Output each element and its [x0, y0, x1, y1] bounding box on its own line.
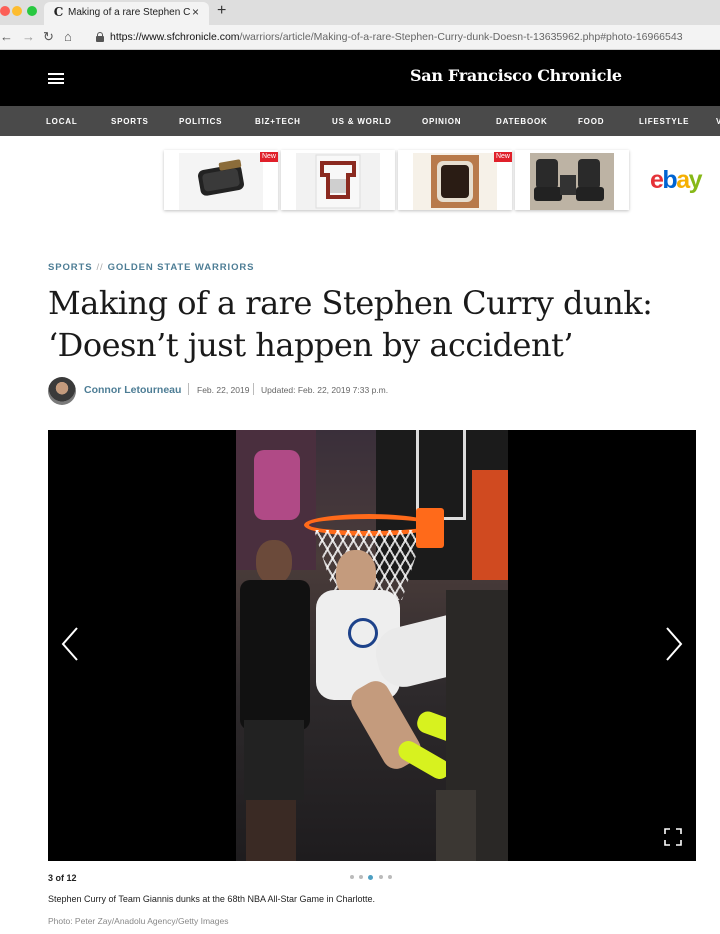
pagination-dot[interactable] — [359, 875, 363, 879]
url-host: https://www.sfchronicle.com — [110, 31, 240, 43]
site-logo[interactable]: San Francisco Chronicle — [410, 66, 622, 85]
photo-caption: Stephen Curry of Team Giannis dunks at t… — [48, 894, 376, 904]
tab-title: Making of a rare Stephen Curry — [68, 7, 190, 18]
browser-tab[interactable]: C Making of a rare Stephen Curry × — [44, 2, 209, 25]
window-zoom-control[interactable] — [27, 6, 37, 16]
home-icon[interactable]: ⌂ — [64, 29, 72, 45]
nav-item-overflow[interactable]: V — [716, 117, 720, 126]
pagination-dot[interactable] — [350, 875, 354, 879]
reload-icon[interactable]: ↻ — [43, 29, 54, 45]
headline-line-1: Making of a rare Stephen Curry dunk: — [48, 284, 653, 322]
gallery-counter: 3 of 12 — [48, 873, 77, 883]
pagination-dot-active[interactable] — [368, 874, 373, 880]
hamburger-icon[interactable] — [48, 73, 64, 84]
window-minimize-control[interactable] — [12, 6, 22, 16]
breadcrumb-subsection[interactable]: GOLDEN STATE WARRIORS — [108, 262, 255, 273]
url-path: /warriors/article/Making-of-a-rare-Steph… — [239, 31, 683, 43]
browser-tab-bar: C Making of a rare Stephen Curry × + — [0, 0, 720, 25]
nav-item-us-world[interactable]: US & WORLD — [332, 117, 392, 126]
breadcrumb-separator: // — [96, 262, 104, 273]
site-masthead: San Francisco Chronicle — [0, 50, 720, 106]
article-breadcrumb: SPORTS // GOLDEN STATE WARRIORS — [48, 262, 254, 273]
updated-date: Updated: Feb. 22, 2019 7:33 p.m. — [261, 385, 389, 395]
photo-gallery — [48, 430, 696, 861]
byline-divider — [253, 383, 254, 395]
nav-item-lifestyle[interactable]: LIFESTYLE — [639, 117, 689, 126]
chevron-right-icon[interactable] — [664, 626, 684, 662]
window-close-control[interactable] — [0, 6, 10, 16]
tab-close-icon[interactable]: × — [192, 5, 199, 19]
byline-divider — [188, 383, 189, 395]
forward-icon[interactable]: → — [22, 29, 35, 45]
browser-toolbar: ← → ↻ ⌂ https://www.sfchronicle.com/warr… — [0, 25, 720, 50]
author-avatar[interactable] — [48, 377, 76, 405]
ad-item[interactable] — [281, 150, 395, 210]
gallery-photo[interactable] — [236, 430, 508, 861]
headline-line-2: ‘Doesn’t just happen by accident’ — [48, 326, 574, 364]
ad-image-air-vent — [179, 153, 263, 210]
ad-image-steering-wheel — [413, 153, 497, 210]
author-name[interactable]: Connor Letourneau — [84, 384, 181, 396]
pagination-dot[interactable] — [379, 875, 383, 879]
nav-item-biz-tech[interactable]: BIZ+TECH — [255, 117, 301, 126]
photo-credit: Photo: Peter Zay/Anadolu Agency/Getty Im… — [48, 916, 229, 926]
nav-item-politics[interactable]: POLITICS — [179, 117, 222, 126]
ebay-logo[interactable]: ebay — [650, 166, 703, 195]
nav-item-local[interactable]: LOCAL — [46, 117, 78, 126]
new-badge: New — [259, 152, 278, 162]
chevron-left-icon[interactable] — [60, 626, 80, 662]
url-text: https://www.sfchronicle.com/warriors/art… — [110, 31, 683, 43]
nav-item-datebook[interactable]: DATEBOOK — [496, 117, 548, 126]
new-tab-button[interactable]: + — [217, 2, 226, 20]
back-icon[interactable]: ← — [0, 29, 13, 45]
ad-item[interactable] — [515, 150, 629, 210]
chronicle-favicon-icon: C — [53, 5, 64, 19]
lock-icon — [96, 32, 104, 42]
section-nav: LOCAL SPORTS POLITICS BIZ+TECH US & WORL… — [0, 106, 720, 136]
pagination-dot[interactable] — [388, 875, 392, 879]
nav-item-opinion[interactable]: OPINION — [422, 117, 461, 126]
ad-item[interactable]: New — [398, 150, 512, 210]
new-badge: New — [493, 152, 512, 162]
article-headline: Making of a rare Stephen Curry dunk: ‘Do… — [48, 282, 668, 366]
ad-item[interactable]: New — [164, 150, 278, 210]
ad-image-seats — [530, 153, 614, 210]
ad-image-dash-trim — [296, 153, 380, 210]
fullscreen-icon[interactable] — [664, 828, 682, 846]
address-bar[interactable]: https://www.sfchronicle.com/warriors/art… — [88, 28, 720, 47]
publish-date: Feb. 22, 2019 — [197, 385, 250, 395]
nav-item-sports[interactable]: SPORTS — [111, 117, 149, 126]
breadcrumb-section[interactable]: SPORTS — [48, 262, 92, 273]
nav-item-food[interactable]: FOOD — [578, 117, 604, 126]
